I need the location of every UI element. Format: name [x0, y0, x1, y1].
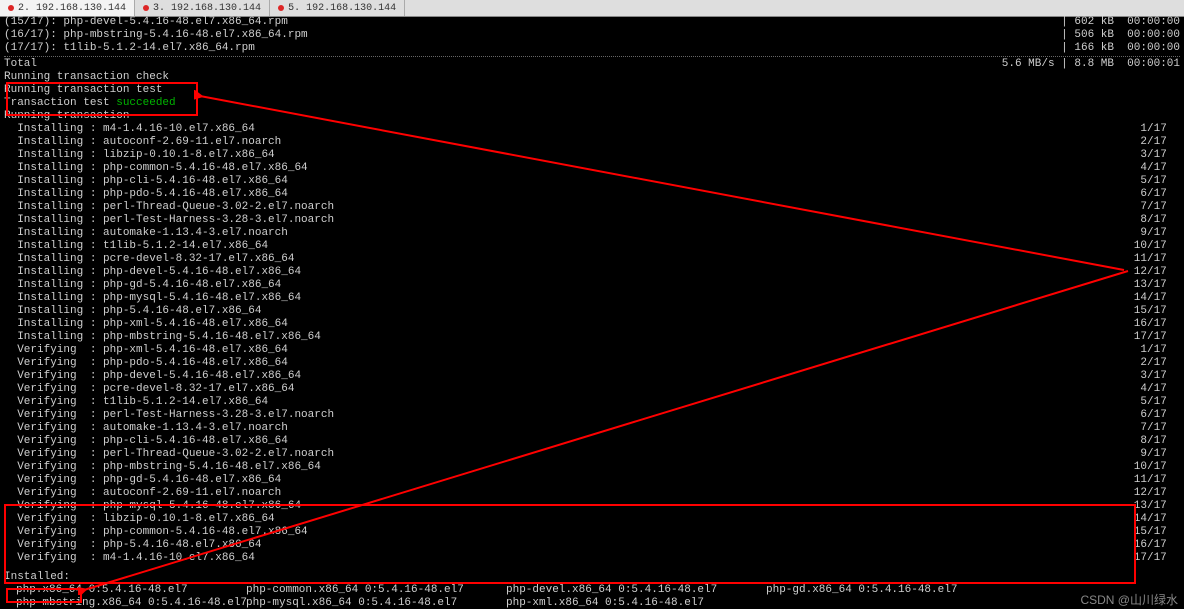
close-icon[interactable] — [278, 5, 284, 11]
tab-label: 2. 192.168.130.144 — [18, 2, 126, 15]
watermark: CSDN @山川绿水 — [1080, 594, 1178, 607]
tab-bar: 2. 192.168.130.144 3. 192.168.130.144 5.… — [0, 0, 1184, 17]
terminal-output[interactable]: (15/17): php-devel-5.4.16-48.el7.x86_64.… — [4, 16, 1180, 609]
close-icon[interactable] — [8, 5, 14, 11]
tab-label: 5. 192.168.130.144 — [288, 2, 396, 15]
tab-1[interactable]: 2. 192.168.130.144 — [0, 0, 135, 16]
terminal-window: 2. 192.168.130.144 3. 192.168.130.144 5.… — [0, 0, 1184, 609]
tab-label: 3. 192.168.130.144 — [153, 2, 261, 15]
tab-3[interactable]: 5. 192.168.130.144 — [270, 0, 405, 16]
close-icon[interactable] — [143, 5, 149, 11]
tab-2[interactable]: 3. 192.168.130.144 — [135, 0, 270, 16]
